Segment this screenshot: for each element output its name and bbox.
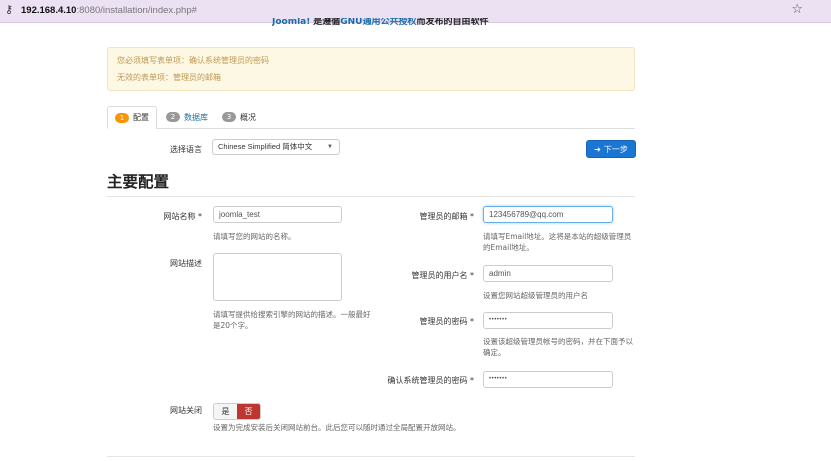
tab-overview[interactable]: 3 概况 xyxy=(215,106,263,128)
next-button-label: 下一步 xyxy=(603,144,628,154)
language-select[interactable]: Chinese Simplified 简体中文 ▼ xyxy=(212,139,340,155)
key-icon[interactable]: ⚷ xyxy=(5,3,13,16)
site-name-input[interactable]: joomla_test xyxy=(213,206,342,223)
admin-pass-confirm-input[interactable]: ••••••• xyxy=(483,371,613,388)
step-badge: 2 xyxy=(166,112,180,122)
site-name-help: 请填写您的网站的名称。 xyxy=(213,232,296,241)
tab-database[interactable]: 2 数据库 xyxy=(159,106,215,128)
site-desc-label: 网站描述 xyxy=(170,259,202,268)
step-badge: 1 xyxy=(115,112,129,123)
offline-yes-option[interactable]: 是 xyxy=(214,404,237,419)
divider xyxy=(107,456,635,457)
site-name-label: 网站名称 * xyxy=(163,212,202,221)
tab-label: 数据库 xyxy=(184,112,208,122)
site-offline-label: 网站关闭 xyxy=(170,406,202,415)
alert-line-1: 您必须填写表单项：确认系统管理员的密码 xyxy=(117,56,269,65)
admin-pass-input[interactable]: ••••••• xyxy=(483,312,613,329)
admin-email-input[interactable]: 123456789@qq.com xyxy=(483,206,613,223)
site-offline-help: 设置为完成安装后关闭网站前台。此后您可以随时通过全局配置开放网站。 xyxy=(213,423,461,432)
tab-label: 概况 xyxy=(240,112,256,122)
admin-email-label: 管理员的邮箱 * xyxy=(419,212,474,221)
divider xyxy=(107,196,635,197)
url-text[interactable]: 192.168.4.10:8080/installation/index.php… xyxy=(21,5,197,16)
offline-no-option[interactable]: 否 xyxy=(237,404,260,419)
arrow-right-icon: ➜ xyxy=(594,144,601,154)
url-path: :8080/installation/index.php# xyxy=(76,5,197,16)
page-title: 主要配置 xyxy=(107,173,170,191)
admin-user-input[interactable]: admin xyxy=(483,265,613,282)
banner-text-b: 而发布的自由软件 xyxy=(416,18,489,27)
validation-alert: 您必须填写表单项：确认系统管理员的密码 无效的表单项：管理员的邮箱 xyxy=(107,47,635,91)
license-link[interactable]: GNU通用公共授权 xyxy=(340,18,416,27)
caret-down-icon: ▼ xyxy=(327,144,333,150)
admin-user-label: 管理员的用户名 * xyxy=(411,271,474,280)
admin-user-help: 设置您网站超级管理员的用户名 xyxy=(483,291,588,300)
alert-line-2: 无效的表单项：管理员的邮箱 xyxy=(117,73,221,82)
tab-label: 配置 xyxy=(133,113,149,122)
admin-pass-confirm-label: 确认系统管理员的密码 * xyxy=(387,376,474,385)
step-tabs: 1 配置 2 数据库 3 概况 xyxy=(107,106,635,129)
joomla-link[interactable]: Joomla! xyxy=(272,18,310,27)
license-banner: Joomla! 是遵循GNU通用公共授权而发布的自由软件 xyxy=(272,18,489,28)
language-label: 选择语言 xyxy=(170,145,202,154)
site-desc-textarea[interactable] xyxy=(213,253,342,301)
step-badge: 3 xyxy=(222,112,236,122)
url-host: 192.168.4.10 xyxy=(21,5,77,16)
site-desc-help: 请填写提供给搜索引擎的网站的描述。一般最好是20个字。 xyxy=(213,310,371,330)
admin-pass-label: 管理员的密码 * xyxy=(419,317,474,326)
tab-config[interactable]: 1 配置 xyxy=(107,106,157,129)
language-selected: Chinese Simplified 简体中文 xyxy=(218,142,313,151)
site-offline-toggle[interactable]: 是 否 xyxy=(213,403,261,420)
next-button[interactable]: ➜ 下一步 xyxy=(586,140,636,158)
admin-email-help: 请填写Email地址。这将是本站的超级管理员的Email地址。 xyxy=(483,232,632,252)
star-icon[interactable]: ☆ xyxy=(791,2,803,17)
admin-pass-help: 设置该超级管理员帐号的密码，并在下面予以确定。 xyxy=(483,337,633,357)
banner-text-a: 是遵循 xyxy=(313,18,341,27)
